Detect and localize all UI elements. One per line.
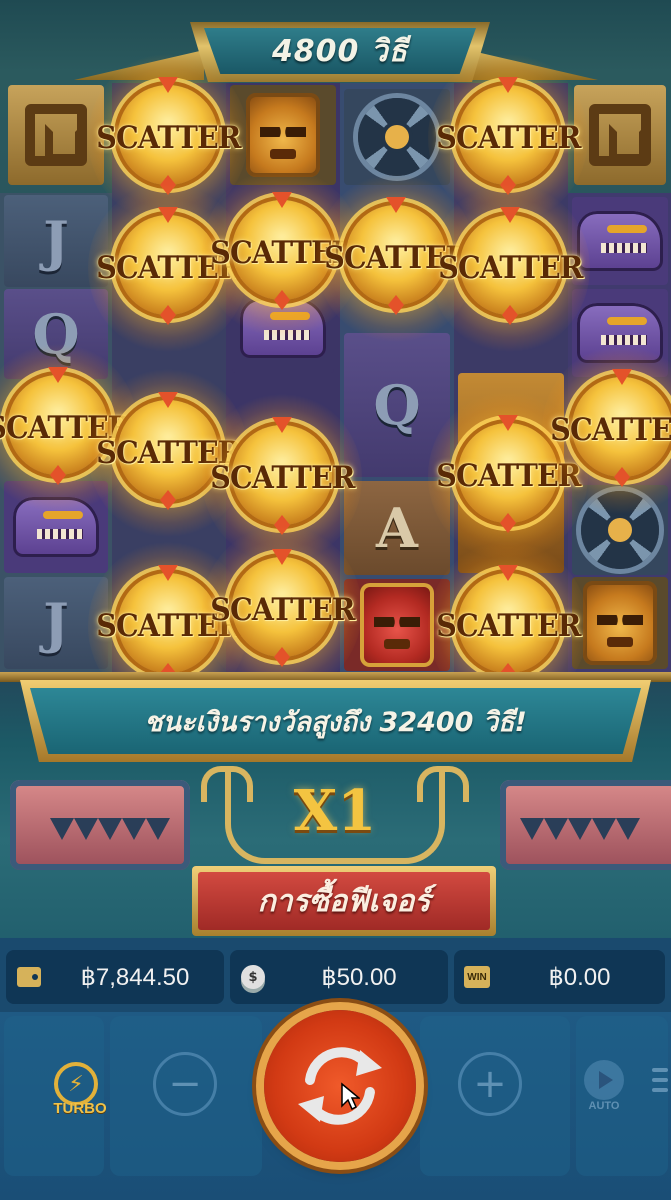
feature-buy-label: การซื้อฟีเจอร์ (257, 883, 431, 919)
wallet-icon (17, 967, 41, 987)
minus-icon: − (168, 1061, 202, 1107)
serpent-head-left (0, 770, 200, 890)
autoplay-label: AUTO (588, 1100, 620, 1112)
increase-bet-button[interactable]: + (458, 1052, 522, 1116)
spiral-glyph-icon (589, 104, 651, 166)
reel-grid: J Q J Q A SCATTER SCATTER SCATTER SCATTE… (0, 53, 671, 711)
control-slot-right (576, 1016, 668, 1176)
ways-text: 4800 วิธี (271, 33, 409, 69)
turbo-label: TURBO (53, 1100, 107, 1117)
lightning-icon: ⚡ (68, 1071, 84, 1097)
scatter-symbol: SCATTER (430, 183, 590, 353)
balance-value: ฿7,844.50 (80, 963, 190, 991)
letter-j: J (43, 209, 69, 273)
letter-a: A (376, 496, 418, 560)
decrease-bet-button[interactable]: − (153, 1052, 217, 1116)
play-icon (599, 1071, 613, 1089)
game-screen: 4800 วิธี J Q J Q A SCATTER SCATTER SCAT… (0, 0, 671, 1200)
serpent-head-right (490, 770, 671, 890)
bet-display: $ ฿50.00 (230, 950, 448, 1004)
ways-counter: 4800 วิธี (204, 28, 476, 74)
menu-icon[interactable] (652, 1068, 668, 1096)
win-display: WIN ฿0.00 (454, 950, 665, 1004)
scatter-symbol: SCATTER (202, 525, 362, 695)
multiplier-value: X1 (293, 778, 377, 844)
win-icon: WIN (464, 966, 490, 988)
letter-q: Q (373, 373, 421, 437)
purple-beast-icon (577, 211, 663, 271)
balance-display: ฿7,844.50 (6, 950, 224, 1004)
coin-stack-icon: $ (241, 965, 265, 989)
autoplay-button[interactable] (584, 1060, 624, 1100)
win-banner-text: ชนะเงินรางวัลสูงถึง 32400 วิธี! (144, 706, 527, 738)
win-banner: ชนะเงินรางวัลสูงถึง 32400 วิธี! (30, 688, 641, 754)
stone-wheel-icon (358, 98, 436, 176)
spiral-glyph-icon (25, 104, 87, 166)
plus-icon: + (473, 1061, 507, 1107)
win-value: ฿0.00 (548, 963, 611, 991)
gold-mask-icon (583, 581, 657, 665)
gold-mask-icon (246, 93, 320, 177)
scatter-symbol: SCATTER (542, 345, 671, 515)
bet-value: ฿50.00 (321, 963, 397, 991)
red-mask-icon (360, 583, 434, 667)
feature-buy-button[interactable]: การซื้อฟีเจอร์ (198, 872, 490, 930)
letter-j: J (43, 591, 69, 655)
mouse-cursor-icon (341, 1082, 360, 1110)
